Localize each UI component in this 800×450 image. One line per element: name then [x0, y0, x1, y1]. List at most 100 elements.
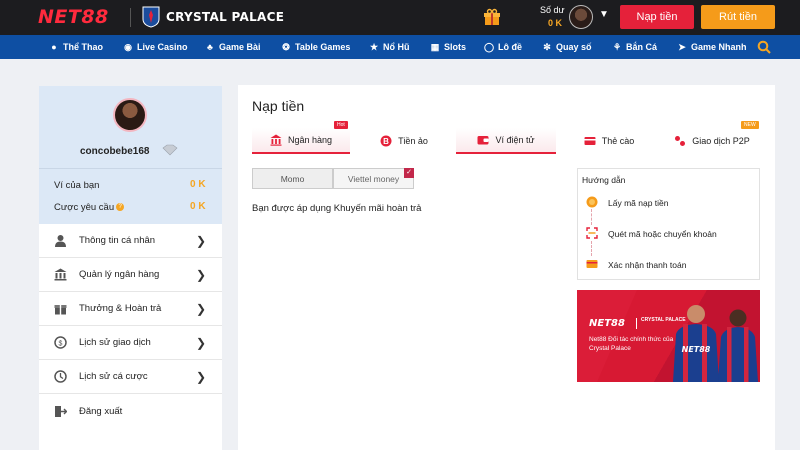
sports-icon: ● [51, 42, 57, 52]
vip-badge-icon [162, 144, 178, 156]
new-badge: NEW [741, 121, 759, 129]
menu-item-rewards[interactable]: Thưởng & Hoàn trả ❯ [39, 292, 222, 326]
menu-item-logout[interactable]: Đăng xuất [39, 394, 222, 428]
bank-icon [54, 268, 67, 281]
nav-item-number-draw[interactable]: ✼ Quay số [542, 35, 592, 59]
help-icon[interactable]: ? [116, 203, 125, 212]
jackpot-icon: ★ [369, 42, 379, 52]
p2p-icon [675, 136, 686, 146]
required-bet-label: Cược yêu cầu? [54, 202, 125, 213]
hot-badge: Hot [334, 121, 348, 129]
tab-label: Giao dịch P2P [692, 136, 750, 146]
tab-p2p[interactable]: Giao dịch P2P [662, 128, 762, 154]
chevron-down-icon[interactable]: ▼ [599, 9, 609, 20]
menu-label: Thông tin cá nhân [79, 235, 156, 246]
profile-avatar[interactable] [113, 98, 147, 132]
nav-item-lottery[interactable]: ◯ Lô đề [484, 35, 522, 59]
chevron-right-icon: ❯ [196, 369, 207, 384]
bet-history-icon [54, 370, 67, 383]
menu-label: Đăng xuất [79, 405, 123, 417]
sub-tab-momo[interactable]: Momo [252, 168, 333, 189]
banner-logo: NET88 [589, 318, 625, 329]
top-header: NET88 CRYSTAL PALACE Số dư 0 K ▼ Nạp tiề… [0, 0, 800, 35]
nav-label: Quay số [556, 42, 592, 52]
chevron-right-icon: ❯ [196, 335, 207, 350]
tab-label: Ngân hàng [287, 135, 333, 145]
nav-item-table-games[interactable]: ❂ Table Games [281, 35, 350, 59]
number-draw-icon: ✼ [543, 42, 551, 52]
sub-tab-viettel-money[interactable]: Viettel money [333, 168, 414, 189]
rocket-icon: ➤ [678, 42, 686, 52]
withdraw-button[interactable]: Rút tiền [701, 5, 775, 29]
nav-item-sports[interactable]: ● Thể Thao [49, 35, 103, 59]
profile-divider [39, 168, 222, 169]
tab-e-wallet[interactable]: Ví điện tử [456, 128, 556, 154]
chevron-right-icon: ❯ [196, 233, 207, 248]
club-name: CRYSTAL PALACE [166, 10, 285, 24]
balance-value: 0 K [548, 18, 563, 28]
chevron-right-icon: ❯ [196, 301, 207, 316]
nav-label: Game Bài [219, 42, 261, 52]
menu-label: Quản lý ngân hàng [79, 269, 160, 280]
nav-item-quick-games[interactable]: ➤ Game Nhanh [677, 35, 747, 59]
bitcoin-icon: B [380, 135, 392, 147]
bank-icon [270, 134, 282, 146]
guide-connector [591, 241, 592, 256]
user-icon [55, 235, 66, 247]
nav-label: Thể Thao [63, 42, 103, 52]
nav-item-slots[interactable]: ▦ Slots [430, 35, 466, 59]
site-logo[interactable]: NET88 [38, 6, 109, 28]
nav-label: Table Games [295, 42, 351, 52]
menu-item-transactions[interactable]: $ Lịch sử giao dịch ❯ [39, 326, 222, 360]
gift-icon [54, 305, 67, 315]
guide-connector [591, 209, 592, 225]
nav-label: Bắn Cá [626, 42, 658, 52]
wallet-label: Ví của bạn [54, 180, 100, 191]
nav-label: Live Casino [137, 42, 188, 52]
nav-label: Lô đề [498, 42, 522, 52]
nav-label: Slots [444, 42, 467, 52]
lottery-icon: ◯ [484, 42, 495, 52]
svg-text:B: B [383, 137, 389, 146]
logo-divider [130, 8, 131, 27]
nav-item-jackpot[interactable]: ★ Nổ Hũ [369, 35, 410, 59]
svg-text:$: $ [59, 340, 63, 347]
wallet-value: 0 K [190, 179, 206, 190]
nav-label: Game Nhanh [691, 42, 747, 52]
deposit-button[interactable]: Nạp tiền [620, 5, 694, 29]
table-games-icon: ❂ [282, 42, 290, 52]
card-confirm-icon [586, 260, 598, 268]
menu-label: Thưởng & Hoàn trả [79, 303, 162, 314]
nav-item-live-casino[interactable]: ◉ Live Casino [123, 35, 188, 59]
banner-text: Net88 Đối tác chính thức của Crystal Pal… [589, 336, 674, 352]
fishing-icon: ⚘ [612, 42, 622, 52]
main-nav: ● Thể Thao ◉ Live Casino ♣ Game Bài ❂ Table … [0, 35, 800, 59]
menu-item-bet-history[interactable]: Lịch sử cá cược ❯ [39, 360, 222, 394]
tab-crypto[interactable]: B Tiền ảo [355, 128, 453, 154]
banner-divider [636, 318, 637, 329]
slots-icon: ▦ [430, 42, 440, 52]
nav-item-card-games[interactable]: ♣ Game Bài [205, 35, 261, 59]
username: concobebe168 [80, 146, 150, 157]
coin-icon [586, 196, 598, 208]
tab-bank[interactable]: Ngân hàng [252, 128, 350, 154]
promo-notice: Bạn được áp dụng Khuyến mãi hoàn trả [252, 203, 422, 214]
transaction-history-icon: $ [54, 336, 67, 349]
nav-item-fishing[interactable]: ⚘ Bắn Cá [612, 35, 657, 59]
menu-item-bank[interactable]: Quản lý ngân hàng ❯ [39, 258, 222, 292]
gift-icon[interactable] [483, 8, 501, 26]
scan-icon [586, 227, 598, 239]
search-icon[interactable] [757, 40, 771, 54]
tab-label: Thẻ cào [601, 136, 635, 146]
balance-label: Số dư [540, 5, 565, 15]
menu-item-profile[interactable]: Thông tin cá nhân ❯ [39, 224, 222, 258]
tab-label: Tiền ảo [398, 136, 428, 146]
checkmark-icon: ✓ [404, 168, 414, 178]
user-avatar[interactable] [569, 5, 593, 29]
page-title: Nạp tiền [252, 98, 305, 114]
tab-scratch-card[interactable]: Thẻ cào [564, 128, 654, 154]
player-image: NET88 [673, 305, 719, 382]
menu-label: Lịch sử giao dịch [79, 337, 151, 348]
required-bet-text: Cược yêu cầu [54, 202, 115, 213]
guide-step: Lấy mã nạp tiền [608, 198, 669, 208]
